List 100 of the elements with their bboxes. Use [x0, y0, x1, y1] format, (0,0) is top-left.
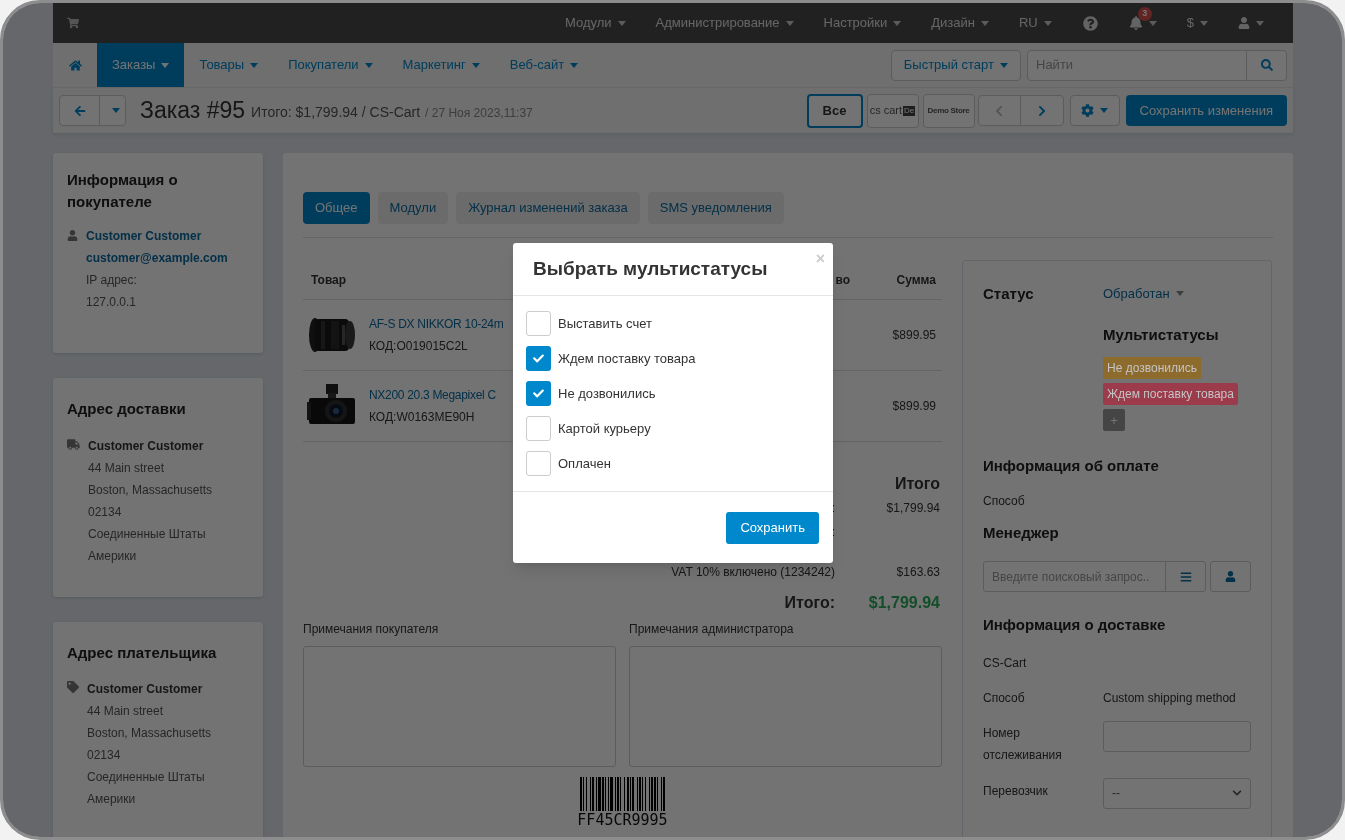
total-value: $1,799.94 — [885, 500, 940, 517]
assign-user-button[interactable] — [1210, 561, 1251, 592]
nav-tab[interactable]: Маркетинг — [387, 43, 495, 87]
address-line: Соединенные Штаты Америки — [88, 525, 207, 565]
payment-method-label: Способ — [983, 492, 1026, 510]
status-option[interactable]: Ждем поставку товара — [526, 346, 820, 371]
list-icon[interactable] — [1179, 570, 1192, 583]
address-line: 44 Main street — [87, 703, 165, 720]
ip-address: 127.0.0.1 — [86, 294, 138, 311]
nav-tab[interactable]: Заказы — [97, 43, 185, 87]
caret-icon — [1000, 62, 1008, 68]
status-tag: Не дозвонились — [1103, 357, 1201, 379]
back-button-group[interactable] — [59, 95, 126, 126]
status-option[interactable]: Картой курьеру — [526, 416, 820, 441]
caret-icon — [364, 62, 373, 68]
status-option[interactable]: Оплачен — [526, 451, 820, 476]
order-tab[interactable]: SMS уведомления — [647, 192, 784, 224]
cart-icon[interactable] — [67, 17, 79, 29]
total-label: VAT 10% включено (1234242) — [671, 564, 835, 581]
notes-label: Примечания покупателя — [303, 621, 440, 638]
caret-icon — [161, 62, 170, 68]
status-option[interactable]: Не дозвонились — [526, 381, 820, 406]
email-link[interactable]: customer@example.com — [86, 247, 228, 269]
nav-tab[interactable]: Товары — [184, 43, 274, 87]
status-label: Статус — [983, 284, 1035, 304]
caret-icon — [617, 20, 626, 26]
checkbox[interactable] — [526, 311, 551, 336]
address-line: 02134 — [87, 747, 122, 764]
grand-total-label: Итого: — [784, 593, 835, 613]
address-line: Boston, Massachusetts — [88, 481, 214, 499]
column-header: во — [835, 271, 850, 289]
caret-icon — [981, 20, 989, 26]
tag-icon — [67, 681, 79, 693]
order-tab[interactable]: Модули — [377, 192, 449, 224]
check-icon — [533, 353, 544, 364]
product-link[interactable]: AF-S DX NIKKOR 10-24m — [369, 313, 504, 335]
close-button[interactable]: × — [815, 247, 825, 271]
order-tab[interactable]: Общее — [303, 192, 370, 224]
top-menu[interactable]: Администрирование — [640, 13, 809, 33]
column-header: Сумма — [896, 271, 937, 289]
notification-count: 3 — [1137, 7, 1152, 21]
gear-icon — [1081, 104, 1094, 117]
quick-start-button[interactable]: Быстрый старт — [890, 49, 1021, 81]
checkbox[interactable] — [526, 416, 551, 441]
checkbox[interactable] — [526, 346, 551, 371]
section-title: Менеджер — [983, 522, 1060, 543]
section-title: Информация о доставке — [983, 615, 1167, 635]
top-menu[interactable]: RU — [1004, 13, 1067, 33]
address-line: 02134 — [88, 503, 123, 521]
checkbox[interactable] — [526, 451, 551, 476]
caret-icon — [893, 20, 902, 26]
customer-name-link[interactable]: Customer Customer — [86, 225, 228, 247]
checkbox[interactable] — [526, 381, 551, 406]
settings-button[interactable] — [1069, 95, 1120, 126]
totals-title: Итого — [894, 474, 940, 494]
shipping-method-label: Способ — [983, 689, 1026, 707]
caret-icon — [1043, 20, 1052, 26]
address-line: 44 Main street — [88, 459, 166, 477]
top-menu[interactable]: Настройки — [808, 13, 917, 33]
bell-icon — [1128, 16, 1143, 30]
caret-icon — [570, 62, 579, 68]
barcode-number: FF45CR9995 — [577, 811, 668, 829]
search-icon[interactable] — [1260, 59, 1273, 71]
caret-icon — [111, 108, 120, 113]
storefront-button[interactable]: Demo Store — [922, 93, 975, 128]
tracking-label: Номер отслеживания — [983, 724, 1063, 764]
row-sum: $899.99 — [892, 398, 937, 415]
user-icon — [1238, 17, 1250, 29]
top-menu[interactable]: Дизайн — [916, 13, 1004, 33]
notes-label: Примечания администратора — [629, 621, 795, 638]
address-line: Boston, Massachusetts — [87, 725, 213, 742]
dialog-title: Выбрать мультистатусы — [533, 256, 768, 281]
storefront-logo: cs cart — [869, 103, 903, 119]
help-icon[interactable] — [1082, 15, 1098, 31]
currency-menu[interactable]: $ — [1171, 13, 1223, 33]
add-status-button[interactable]: + — [1103, 409, 1125, 431]
column-header: Товар — [310, 271, 347, 289]
storefront-button[interactable]: Все — [806, 93, 863, 128]
save-changes-button[interactable]: Сохранить изменения — [1125, 95, 1287, 126]
save-button[interactable]: Сохранить — [726, 511, 819, 544]
status-option[interactable]: Выставить счет — [526, 311, 820, 336]
storefront-button[interactable]: cs cart De — [866, 93, 919, 128]
nav-tab[interactable]: Веб-сайт — [494, 43, 594, 87]
total-value: $163.63 — [895, 564, 940, 581]
status-dropdown[interactable]: Обработан — [1103, 283, 1184, 304]
address-name: Customer Customer — [88, 437, 205, 455]
row-sum: $899.95 — [892, 327, 937, 344]
grand-total-value: $1,799.94 — [867, 593, 940, 613]
arrow-left-icon[interactable] — [73, 104, 86, 117]
shipping-method: Custom shipping method — [1103, 689, 1237, 707]
product-code: КОД:O019015C2L — [369, 338, 469, 355]
caret-icon — [1175, 291, 1184, 297]
top-menu[interactable]: Модули — [550, 13, 641, 33]
caret-icon — [1100, 108, 1108, 113]
user-icon — [1225, 571, 1237, 582]
product-link[interactable]: NX200 20.3 Megapixel C — [369, 384, 496, 406]
nav-tab[interactable]: Покупатели — [273, 43, 388, 87]
order-tab[interactable]: Журнал изменений заказа — [456, 192, 640, 224]
carrier-select[interactable]: -- — [1103, 777, 1251, 809]
product-code: КОД:W0163ME90H — [369, 409, 476, 426]
